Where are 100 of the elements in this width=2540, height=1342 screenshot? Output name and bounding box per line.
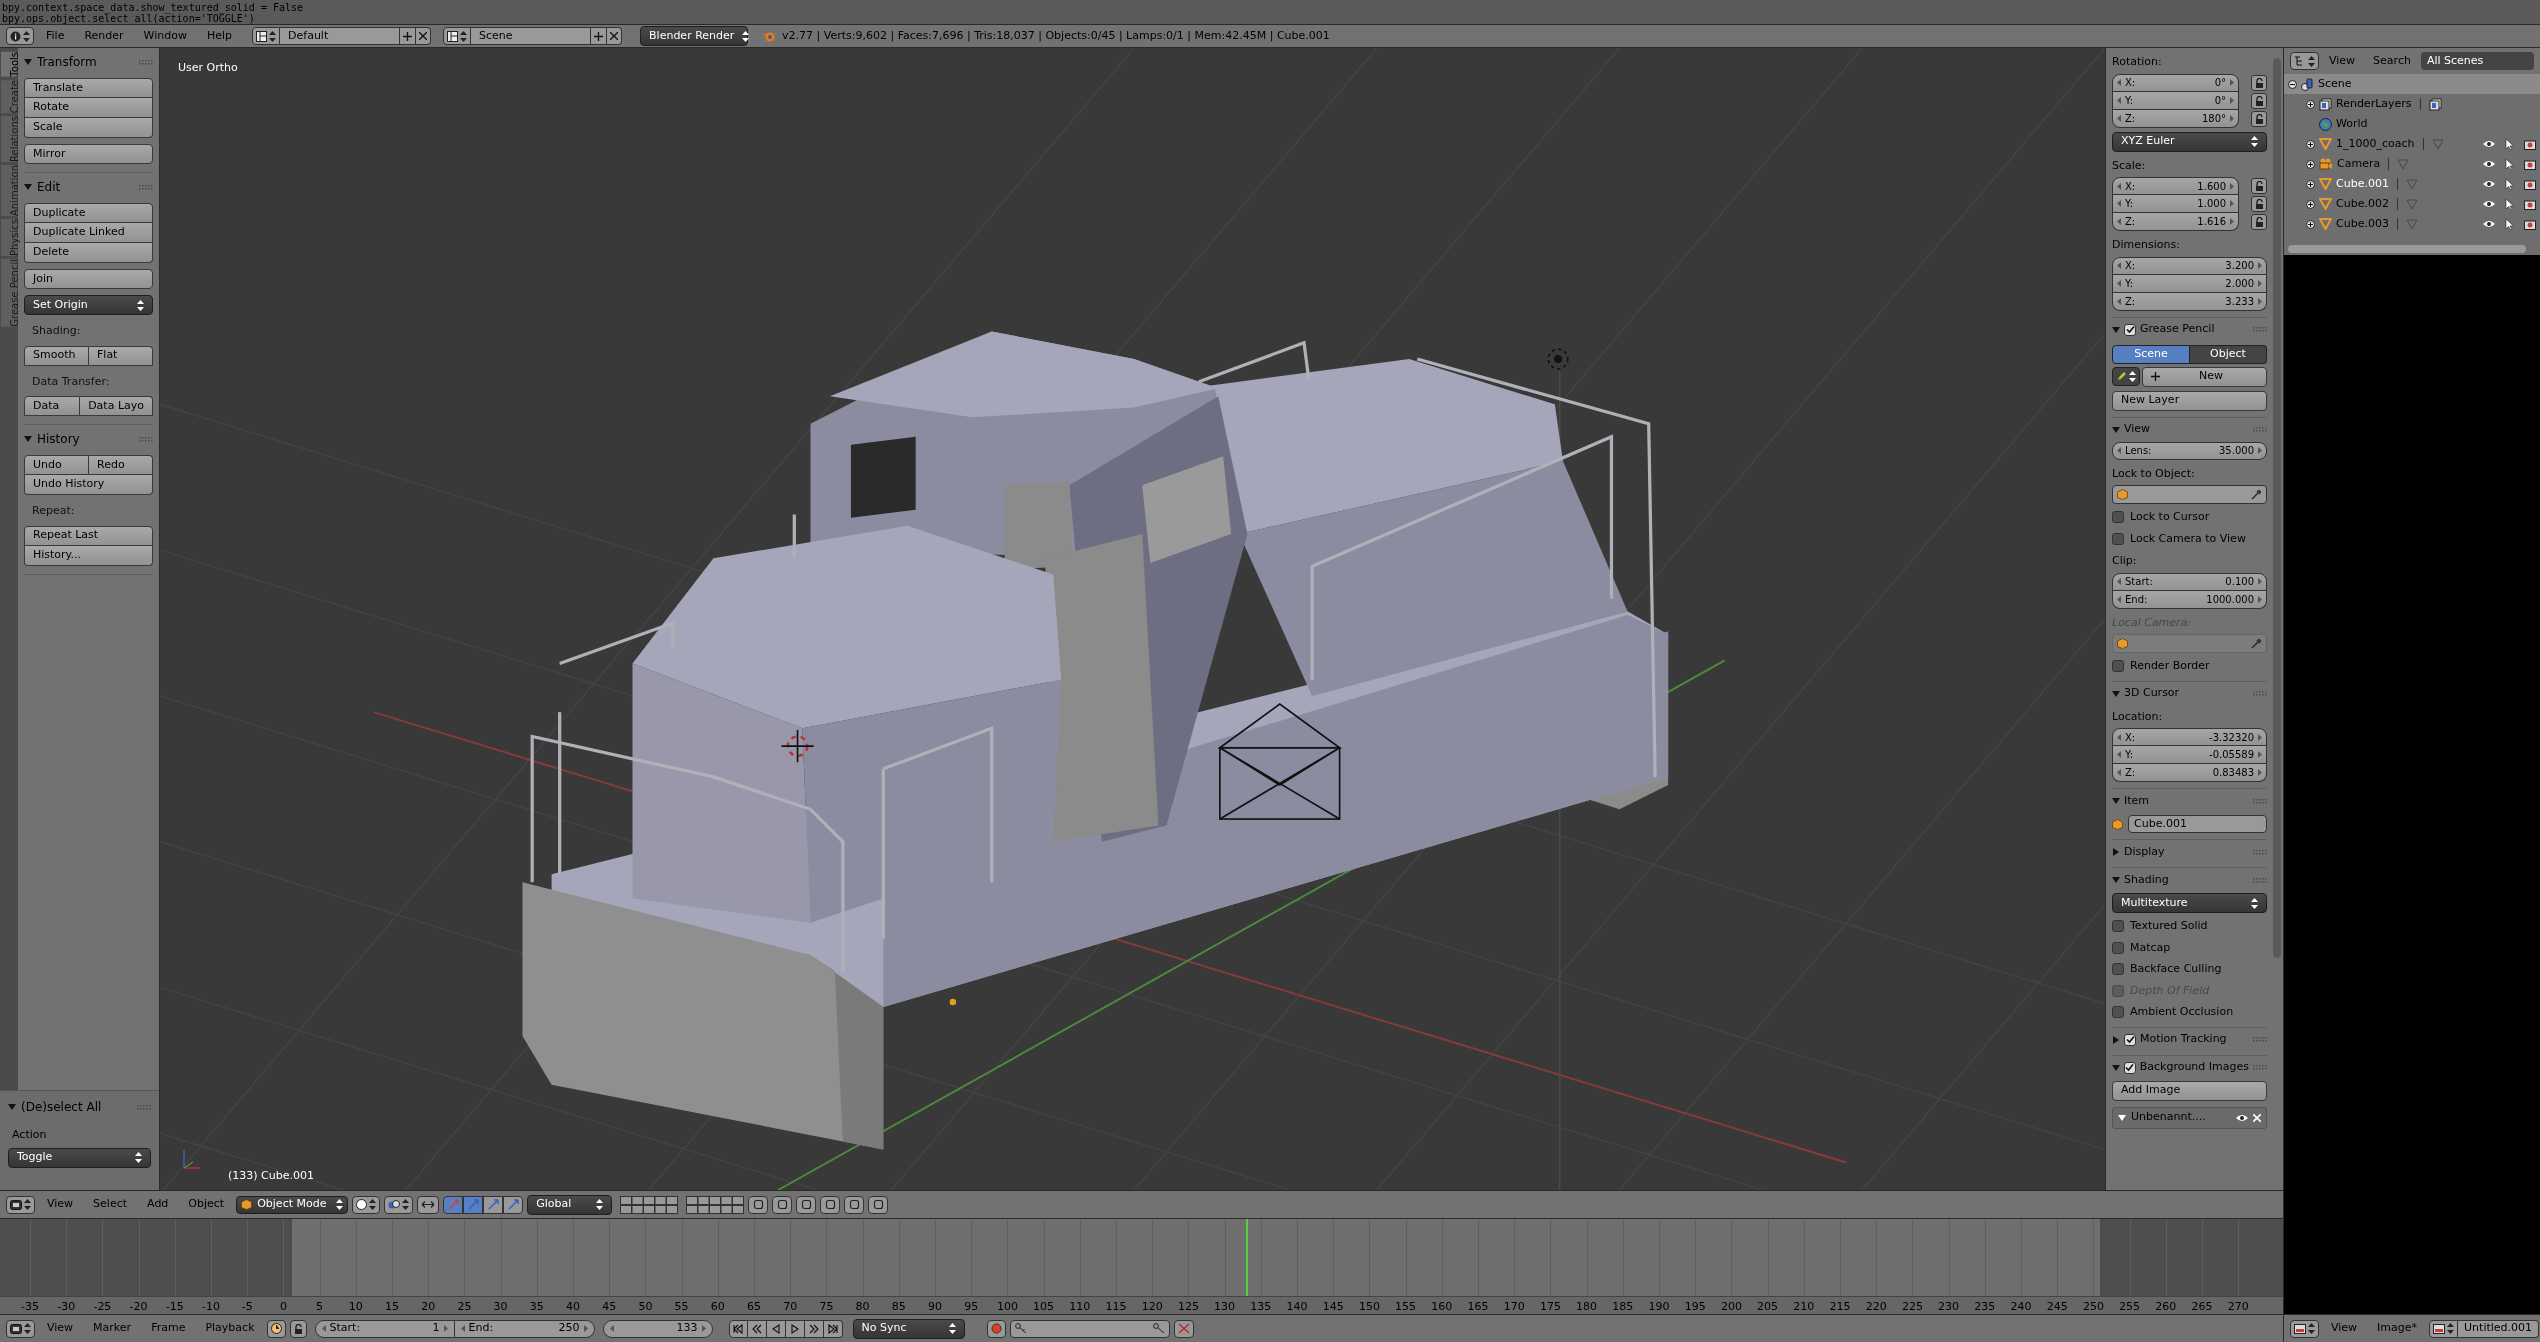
- outliner-row[interactable]: 1_1000_coach: [2284, 134, 2540, 154]
- keying-set-field[interactable]: [1009, 1319, 1170, 1338]
- checkbox[interactable]: [2112, 532, 2124, 545]
- layer-buttons-icon[interactable]: [620, 1195, 679, 1214]
- right-arrow-icon[interactable]: [2258, 769, 2262, 776]
- menu-item[interactable]: Frame: [143, 1320, 194, 1337]
- layout-selector[interactable]: [252, 27, 281, 45]
- dropdown-menu[interactable]: XYZ Euler: [2112, 131, 2267, 152]
- expanded-triangle-icon[interactable]: [2112, 1063, 2120, 1072]
- outliner-row[interactable]: Scene: [2284, 74, 2540, 94]
- camera-icon[interactable]: [2524, 178, 2536, 190]
- add-button[interactable]: [591, 27, 608, 45]
- panel-title[interactable]: Background Images: [2139, 1059, 2249, 1076]
- expand-icon[interactable]: [2306, 99, 2315, 109]
- record-button[interactable]: [986, 1319, 1006, 1338]
- outliner-row[interactable]: Cube.002: [2284, 194, 2540, 214]
- number-field[interactable]: End: 250: [454, 1319, 595, 1338]
- eye-icon[interactable]: [2483, 160, 2495, 168]
- disclosure-triangle-icon[interactable]: [2118, 1114, 2126, 1121]
- drag-grip-icon[interactable]: [137, 1104, 151, 1110]
- tool-button[interactable]: Scale: [24, 118, 153, 138]
- lock-toggle[interactable]: [2251, 110, 2267, 127]
- tool-button[interactable]: Redo: [89, 455, 153, 475]
- number-field[interactable]: Z: 1.616: [2112, 213, 2239, 231]
- menu-item[interactable]: Search: [2365, 52, 2419, 70]
- outliner-row[interactable]: World: [2284, 114, 2540, 134]
- dropdown-menu[interactable]: Set Origin: [24, 295, 153, 315]
- snap-toggle[interactable]: [868, 1195, 889, 1214]
- outliner-row[interactable]: Cube.001: [2284, 174, 2540, 194]
- current-frame-line[interactable]: [1246, 1219, 1249, 1296]
- close-icon[interactable]: [2253, 1113, 2261, 1122]
- panel-title[interactable]: Grease Pencil: [2140, 321, 2215, 338]
- outliner-row[interactable]: Cube.003: [2284, 214, 2540, 234]
- expand-icon[interactable]: [2306, 159, 2315, 169]
- right-arrow-icon[interactable]: [443, 1325, 448, 1332]
- action-button[interactable]: Add Image: [2112, 1080, 2267, 1101]
- left-arrow-icon[interactable]: [2117, 733, 2121, 741]
- tool-button[interactable]: Translate: [24, 78, 153, 98]
- name-field[interactable]: Default: [280, 27, 401, 45]
- playback-button[interactable]: [823, 1319, 843, 1338]
- dropdown-menu[interactable]: Blender Render: [640, 26, 749, 46]
- number-field[interactable]: Y: 1.000: [2112, 195, 2239, 213]
- right-arrow-icon[interactable]: [2230, 182, 2234, 190]
- tool-button[interactable]: Smooth: [24, 345, 89, 366]
- tool-button[interactable]: Flat: [89, 345, 153, 366]
- scrollbar[interactable]: [2273, 58, 2281, 958]
- keyframe-toggle[interactable]: [266, 1319, 286, 1338]
- tool-button[interactable]: Duplicate Linked: [24, 223, 153, 243]
- eye-icon[interactable]: [2483, 180, 2495, 188]
- editor-type-selector[interactable]: [2290, 52, 2319, 70]
- right-arrow-icon[interactable]: [2258, 262, 2262, 269]
- lock-toggle[interactable]: [2251, 214, 2267, 230]
- editor-type-selector[interactable]: [6, 1195, 35, 1214]
- expanded-triangle-icon[interactable]: [2112, 425, 2120, 434]
- drag-grip-icon[interactable]: [139, 59, 153, 65]
- snap-toggle[interactable]: [820, 1195, 841, 1214]
- layer-buttons-icon[interactable]: [686, 1195, 745, 1214]
- menu-item[interactable]: Playback: [197, 1320, 263, 1337]
- tool-button[interactable]: Mirror: [24, 144, 153, 164]
- panel-title[interactable]: View: [2124, 421, 2151, 438]
- drag-grip-icon[interactable]: [2253, 1065, 2267, 1070]
- collapsed-triangle-icon[interactable]: [2112, 1035, 2120, 1044]
- left-arrow-icon[interactable]: [2117, 79, 2121, 86]
- camera-icon[interactable]: [2524, 158, 2536, 170]
- left-arrow-icon[interactable]: [2117, 96, 2121, 104]
- drag-grip-icon[interactable]: [2253, 798, 2267, 804]
- checkbox[interactable]: [2112, 1006, 2124, 1019]
- left-arrow-icon[interactable]: [2117, 218, 2121, 225]
- lock-toggle[interactable]: [2251, 74, 2267, 91]
- number-field[interactable]: X: -3.32320: [2112, 728, 2267, 746]
- right-arrow-icon[interactable]: [2258, 751, 2262, 758]
- left-arrow-icon[interactable]: [2117, 262, 2121, 269]
- right-arrow-icon[interactable]: [2258, 733, 2262, 741]
- tool-button[interactable]: Rotate: [24, 98, 153, 118]
- outliner-row[interactable]: Camera: [2284, 154, 2540, 174]
- manipulator-mode-button[interactable]: [503, 1195, 524, 1214]
- panel-title[interactable]: History: [37, 430, 80, 448]
- right-arrow-icon[interactable]: [2230, 200, 2234, 207]
- dropdown-menu[interactable]: Toggle: [8, 1147, 151, 1168]
- pointer-icon[interactable]: [2505, 138, 2514, 150]
- scrollbar[interactable]: [2288, 245, 2526, 253]
- panel-tab[interactable]: Tools: [1, 52, 17, 77]
- checkbox[interactable]: [2112, 920, 2124, 933]
- pencil-selector[interactable]: [2112, 366, 2140, 386]
- editor-type-selector[interactable]: [6, 1319, 35, 1338]
- mode-dropdown[interactable]: Object Mode: [236, 1195, 349, 1214]
- clear-keys-button[interactable]: [1173, 1319, 1194, 1338]
- checkbox[interactable]: [2112, 511, 2124, 524]
- left-arrow-icon[interactable]: [2117, 279, 2121, 287]
- menu-item[interactable]: View: [2323, 1320, 2366, 1337]
- outliner-row[interactable]: RenderLayers: [2284, 94, 2540, 114]
- tool-button[interactable]: Undo: [24, 455, 89, 475]
- panel-title[interactable]: Shading: [2124, 871, 2169, 889]
- right-arrow-icon[interactable]: [2258, 297, 2262, 305]
- right-arrow-icon[interactable]: [701, 1325, 706, 1332]
- left-arrow-icon[interactable]: [2117, 200, 2121, 207]
- drag-grip-icon[interactable]: [2253, 427, 2267, 432]
- checkbox[interactable]: [2112, 941, 2124, 954]
- toggle-option[interactable]: Object: [2190, 344, 2267, 364]
- number-field[interactable]: Z: 0.83483: [2112, 764, 2267, 782]
